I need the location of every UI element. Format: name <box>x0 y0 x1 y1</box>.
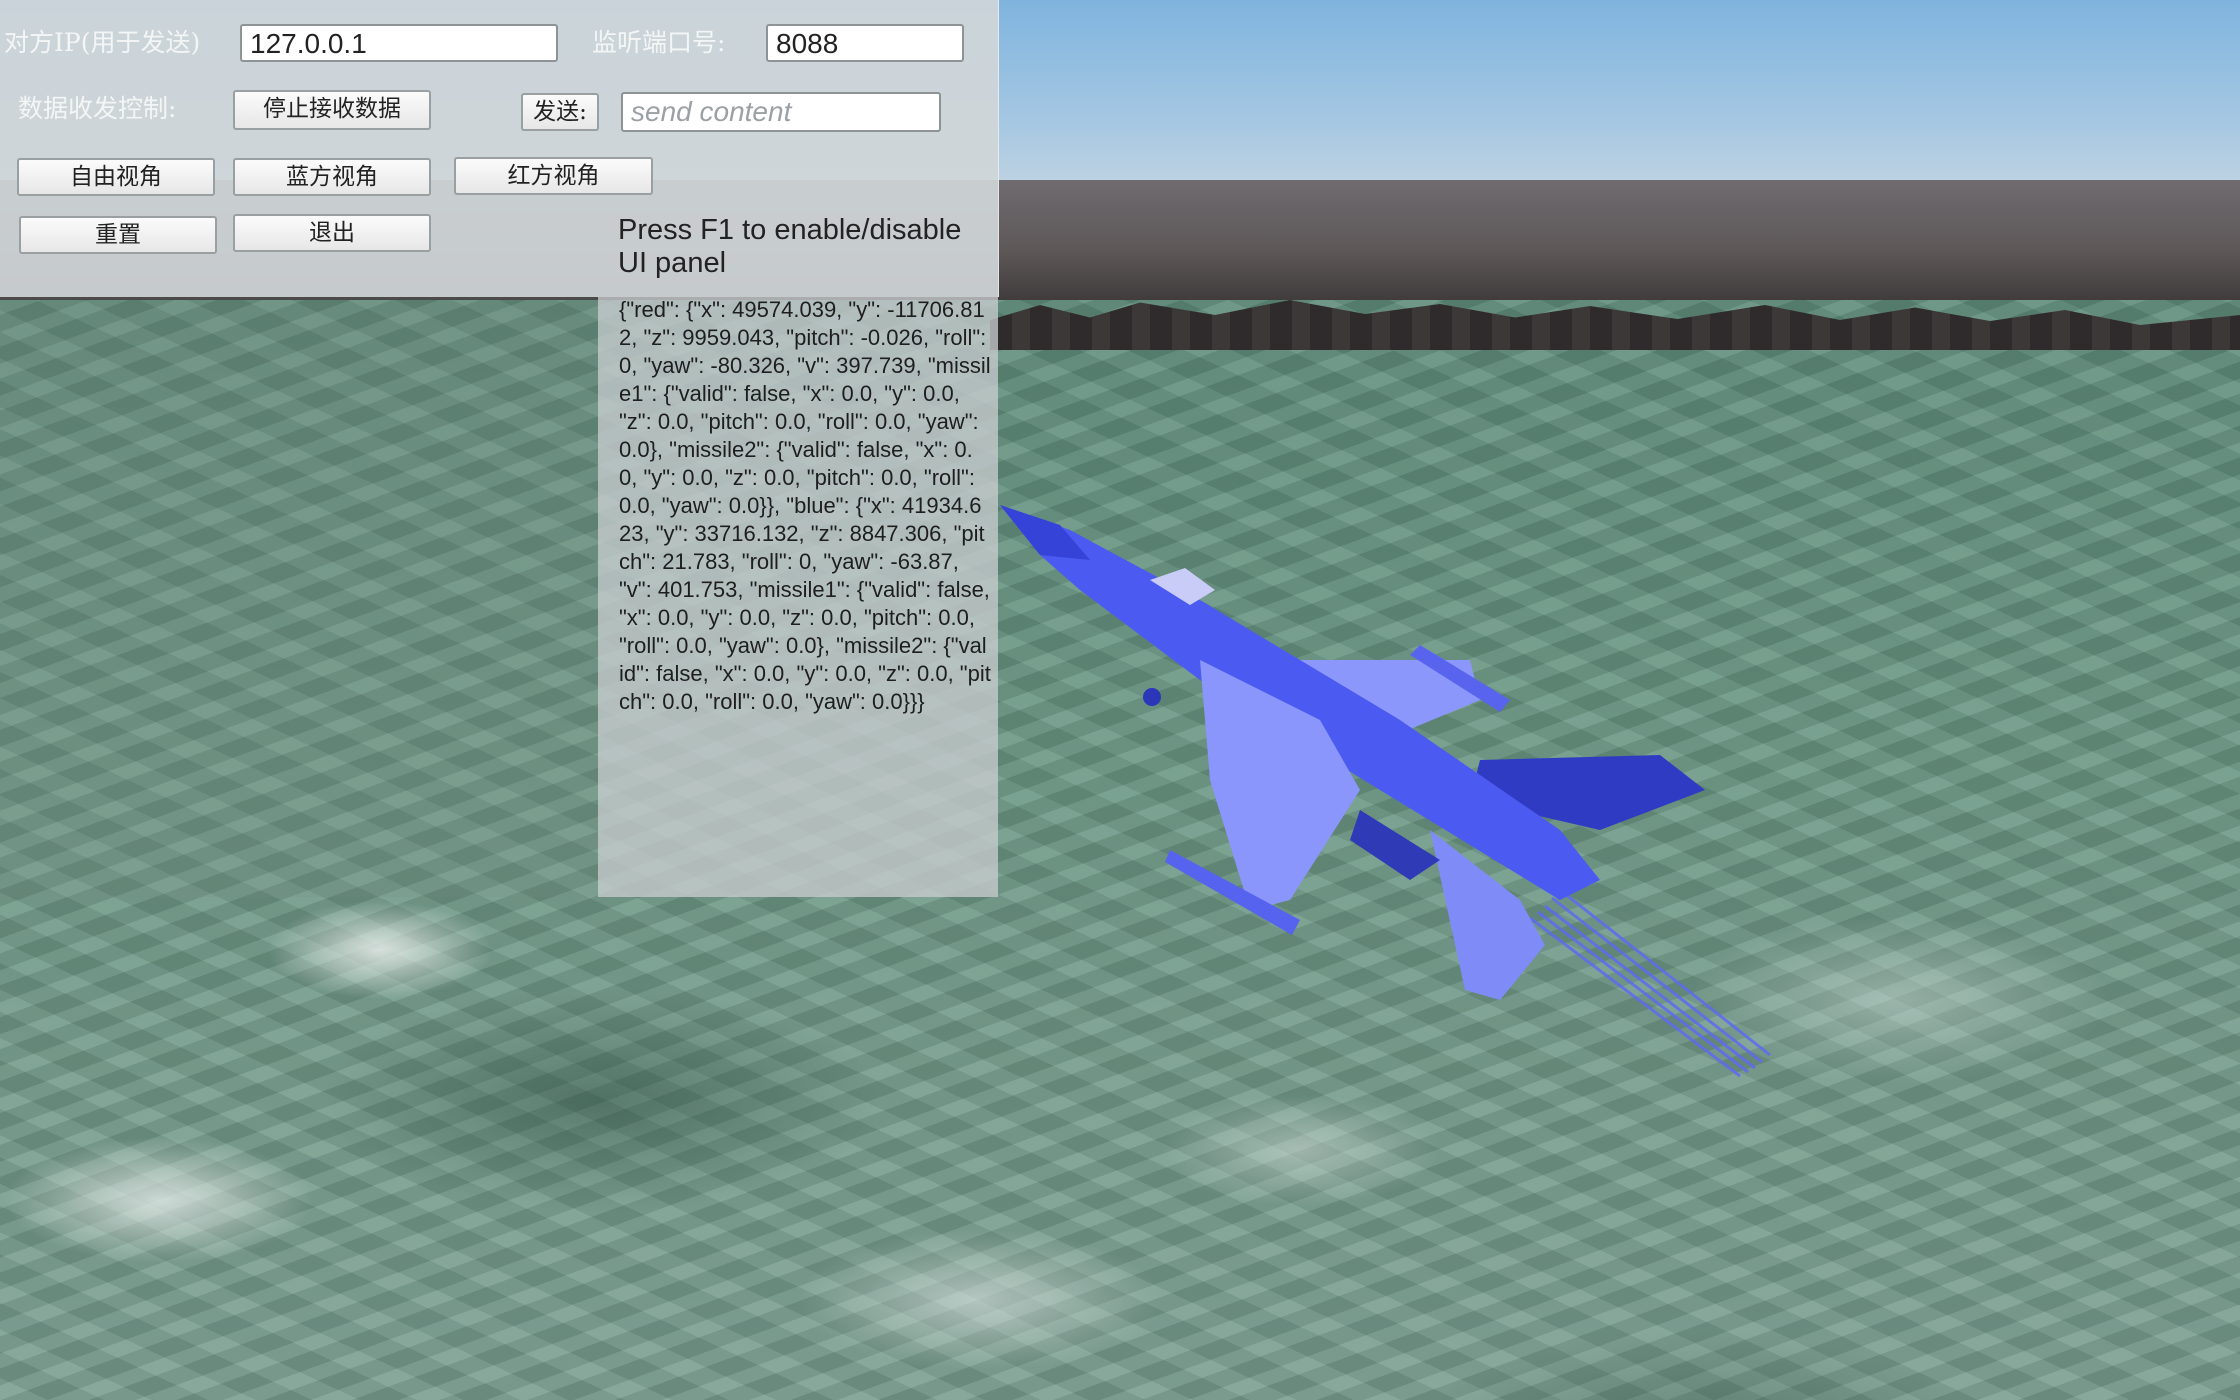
nose-cone <box>1000 505 1090 560</box>
exit-button[interactable]: 退出 <box>233 214 431 252</box>
blue-view-button[interactable]: 蓝方视角 <box>233 158 431 196</box>
stop-receive-button[interactable]: 停止接收数据 <box>233 90 431 130</box>
landing-gear <box>1143 688 1161 706</box>
exhaust-trail <box>1529 888 1771 1078</box>
panel-overlay <box>0 297 598 897</box>
send-button[interactable]: 发送: <box>521 93 599 131</box>
telemetry-json-text: {"red": {"x": 49574.039, "y": -11706.812… <box>619 297 991 714</box>
peer-ip-input[interactable]: 127.0.0.1 <box>240 24 558 62</box>
data-control-label: 数据收发控制: <box>18 94 177 123</box>
reset-button[interactable]: 重置 <box>19 216 217 254</box>
f1-hint-text: Press F1 to enable/disable UI panel <box>618 214 962 279</box>
free-view-button[interactable]: 自由视角 <box>17 158 215 196</box>
listen-port-input[interactable]: 8088 <box>766 24 964 62</box>
send-content-input[interactable]: send content <box>621 92 941 132</box>
intake <box>1350 810 1440 880</box>
ui-panel: 对方IP(用于发送) 127.0.0.1 监听端口号: 8088 数据收发控制:… <box>0 0 999 897</box>
peer-ip-label: 对方IP(用于发送) <box>4 28 201 57</box>
red-view-button[interactable]: 红方视角 <box>454 157 653 195</box>
listen-port-label: 监听端口号: <box>592 28 726 57</box>
